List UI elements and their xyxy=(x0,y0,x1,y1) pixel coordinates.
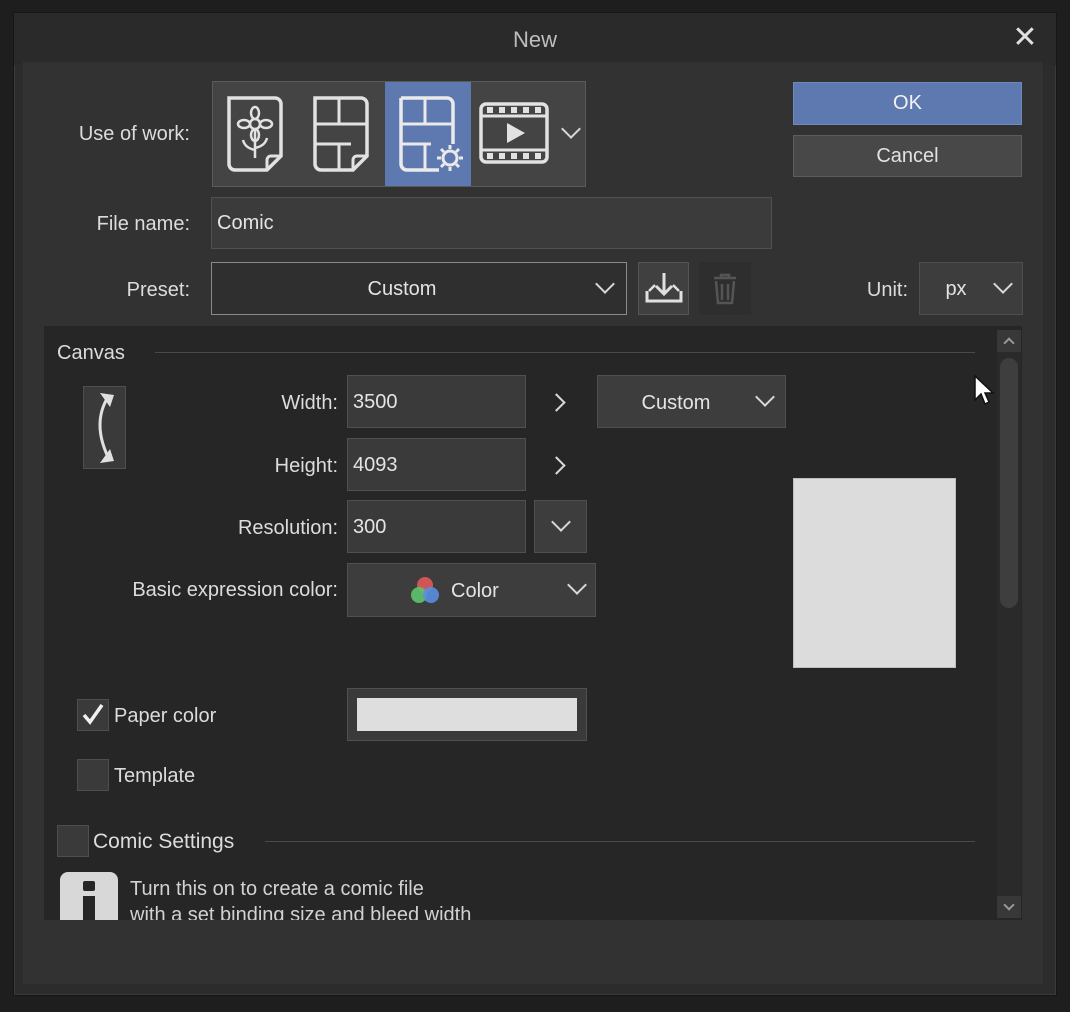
info-icon xyxy=(60,872,118,920)
size-preset-value: Custom xyxy=(641,392,711,414)
animation-icon xyxy=(479,102,549,164)
color-mode-icon xyxy=(411,577,439,603)
swap-arrows-icon xyxy=(98,393,114,463)
comic-settings-label: Comic Settings xyxy=(93,830,235,853)
cancel-button[interactable]: Cancel xyxy=(793,135,1022,177)
paper-color-checkbox[interactable] xyxy=(77,699,109,731)
chevron-down-icon xyxy=(567,575,587,595)
checkmark-icon xyxy=(82,703,104,725)
canvas-preview xyxy=(793,478,956,668)
preset-select[interactable]: Custom xyxy=(211,262,627,315)
scroll-thumb[interactable] xyxy=(1000,358,1018,608)
height-input[interactable]: 4093 xyxy=(347,438,526,491)
height-arrow-button[interactable] xyxy=(547,451,572,479)
delete-preset-button xyxy=(699,262,751,315)
chevron-down-icon xyxy=(595,274,615,294)
paper-color-label: Paper color xyxy=(114,705,217,727)
info-text-line-1: Turn this on to create a comic file xyxy=(130,878,424,900)
register-preset-button[interactable] xyxy=(638,262,689,315)
ok-button[interactable]: OK xyxy=(793,82,1022,125)
width-arrow-button[interactable] xyxy=(547,388,572,416)
preset-value: Custom xyxy=(367,278,437,300)
use-of-work-comic-settings[interactable] xyxy=(385,82,471,186)
title-bar[interactable]: New ✕ xyxy=(14,13,1056,65)
use-of-work-selector xyxy=(212,81,586,187)
paper-color-swatch-button[interactable] xyxy=(347,688,587,741)
template-label: Template xyxy=(114,765,196,787)
file-name-input[interactable]: Comic xyxy=(211,197,772,249)
vertical-scrollbar[interactable] xyxy=(997,330,1021,918)
unit-value: px xyxy=(945,278,967,300)
template-checkbox[interactable] xyxy=(77,759,109,791)
swap-width-height-button[interactable] xyxy=(83,386,126,469)
info-text-line-2: with a set binding size and bleed width xyxy=(130,904,472,920)
comic-settings-icon xyxy=(399,96,463,172)
chevron-down-icon xyxy=(551,512,571,532)
use-of-work-label: Use of work: xyxy=(78,123,190,145)
comic-settings-checkbox[interactable] xyxy=(57,825,89,857)
chevron-down-icon xyxy=(1003,899,1015,911)
close-button[interactable]: ✕ xyxy=(1008,21,1042,55)
file-name-label: File name: xyxy=(96,213,190,235)
unit-select[interactable]: px xyxy=(919,262,1023,315)
scroll-up-button[interactable] xyxy=(997,330,1021,352)
basic-expression-color-select[interactable]: Color xyxy=(347,563,596,617)
comic-settings-info: Turn this on to create a comic file with… xyxy=(44,862,994,920)
trash-icon xyxy=(714,273,736,305)
width-label: Width: xyxy=(281,392,338,414)
dialog-title: New xyxy=(512,27,557,52)
resolution-dropdown-button[interactable] xyxy=(534,500,587,553)
scroll-down-button[interactable] xyxy=(997,896,1021,918)
resolution-label: Resolution: xyxy=(237,517,338,539)
paper-color-swatch xyxy=(357,698,577,731)
comic-icon xyxy=(313,96,369,172)
section-divider xyxy=(265,841,975,842)
resolution-input[interactable]: 300 xyxy=(347,500,526,553)
chevron-right-icon xyxy=(547,393,566,412)
chevron-right-icon xyxy=(547,456,566,475)
width-input[interactable]: 3500 xyxy=(347,375,526,428)
chevron-up-icon xyxy=(1003,337,1015,349)
use-of-work-illustration[interactable] xyxy=(213,82,299,186)
use-of-work-more-button[interactable] xyxy=(559,82,585,186)
use-of-work-animation[interactable] xyxy=(471,82,557,186)
use-of-work-comic[interactable] xyxy=(299,82,385,186)
preset-label: Preset: xyxy=(126,279,190,301)
chevron-down-icon xyxy=(993,274,1013,294)
download-icon xyxy=(645,273,683,303)
chevron-down-icon xyxy=(561,119,581,139)
section-divider xyxy=(155,352,975,353)
basic-expression-color-value: Color xyxy=(451,580,499,602)
basic-expression-color-label: Basic expression color: xyxy=(132,579,338,601)
height-label: Height: xyxy=(274,455,338,477)
mouse-pointer-icon xyxy=(974,374,995,406)
size-preset-select[interactable]: Custom xyxy=(597,375,786,428)
illustration-icon xyxy=(227,96,283,172)
canvas-section-title: Canvas xyxy=(57,342,125,364)
unit-label: Unit: xyxy=(866,279,908,301)
chevron-down-icon xyxy=(755,387,775,407)
